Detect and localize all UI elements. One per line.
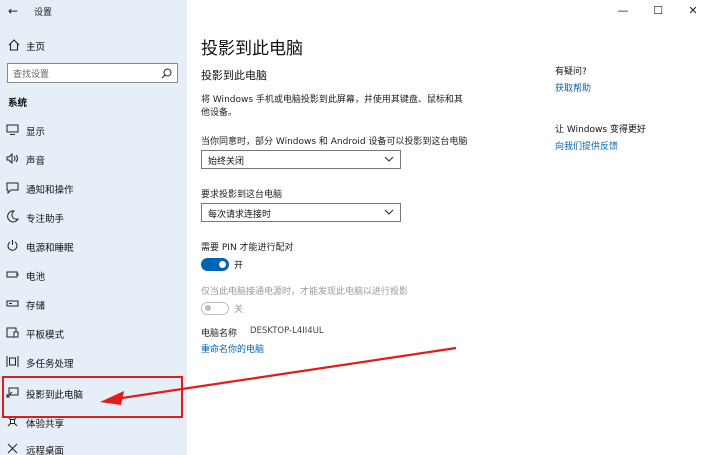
sidebar-item-label: 显示 [26,127,46,138]
sidebar-item-label: 多任务处理 [26,359,74,370]
sidebar-item-battery[interactable]: 电池 [0,264,187,286]
search-icon [161,68,172,79]
ask-label: 要求投影到这台电脑 [201,190,283,200]
sidebar-item-focus[interactable]: 专注助手 [0,206,187,228]
notification-icon [6,182,19,194]
back-arrow-icon[interactable]: ← [6,2,20,20]
sidebar-item-label: 电池 [26,272,46,283]
sidebar-item-storage[interactable]: 存储 [0,293,187,315]
sidebar-item-label: 远程桌面 [26,446,65,455]
sidebar-item-label: 声音 [26,156,46,167]
power-icon [7,240,18,251]
annotation-highlight-box [2,376,183,418]
app-title: 设置 [34,8,53,18]
ask-value: 每次请求连接时 [208,210,272,220]
sidebar-item-power[interactable]: 电源和睡眠 [0,235,187,257]
feedback-link[interactable]: 向我们提供反馈 [555,139,618,152]
search-input[interactable]: 查找设置 [7,63,178,83]
sidebar-item-label: 通知和操作 [26,185,74,196]
settings-window: ← 设置 主页 查找设置 系统 显示 声音 通知和操作 专注助手 电源和睡眠 电… [0,0,710,455]
section-title: 投影到此电脑 [201,69,267,82]
sidebar-item-remote[interactable]: 远程桌面 [0,438,187,455]
sidebar-item-label: 平板模式 [26,330,65,341]
availability-value: 始终关闭 [208,157,245,167]
section-heading: 系统 [8,98,28,109]
moon-icon [7,210,19,223]
help-heading: 有疑问? [555,67,587,77]
sidebar-item-label: 专注助手 [26,214,65,225]
maximize-button[interactable]: ☐ [643,2,673,20]
availability-dropdown[interactable]: 始终关闭 [201,150,401,169]
chevron-down-icon [384,209,394,215]
rename-pc-link[interactable]: 重命名你的电脑 [201,342,264,355]
description-text: 将 Windows 手机或电脑投影到此屏幕，并使用其键盘、鼠标和其他设备。 [201,95,463,118]
home-icon [8,39,20,51]
availability-label: 当你同意时，部分 Windows 和 Android 设备可以投影到这台电脑 [201,137,468,147]
power-toggle[interactable] [201,302,229,315]
toggle-knob [205,305,211,311]
sidebar-item-label: 存储 [26,301,46,312]
pin-toggle[interactable] [201,258,229,271]
close-button[interactable]: ✕ [678,2,708,20]
ask-dropdown[interactable]: 每次请求连接时 [201,203,401,222]
remote-icon [7,443,18,454]
search-placeholder: 查找设置 [13,70,50,80]
tablet-icon [6,327,19,338]
improve-heading: 让 Windows 变得更好 [555,125,646,135]
storage-icon [6,300,19,307]
nav-home-label: 主页 [26,42,46,53]
battery-icon [6,271,19,278]
speaker-icon [6,152,18,165]
get-help-link[interactable]: 获取帮助 [555,81,591,94]
nav-home[interactable]: 主页 [0,36,187,56]
sidebar-item-notifications[interactable]: 通知和操作 [0,177,187,199]
sidebar-item-sound[interactable]: 声音 [0,148,187,170]
pin-label: 需要 PIN 才能进行配对 [201,243,294,253]
pc-name-value: DESKTOP-L4II4UL [250,326,324,336]
sidebar-item-tablet[interactable]: 平板模式 [0,322,187,344]
sidebar-item-display[interactable]: 显示 [0,119,187,141]
pin-state-text: 开 [234,261,244,271]
pc-name-label: 电脑名称 [201,329,238,339]
sidebar-item-label: 电源和睡眠 [26,243,74,254]
power-state-text: 关 [234,305,244,315]
monitor-icon [6,124,19,135]
toggle-knob [219,261,226,268]
title-bar: ← 设置 [0,0,187,24]
sidebar-item-label: 体验共享 [26,419,65,430]
power-label: 仅当此电脑接通电源时，才能发现此电脑以进行投影 [201,287,409,297]
window-controls: — ☐ ✕ [600,0,710,22]
sidebar: ← 设置 主页 查找设置 系统 显示 声音 通知和操作 专注助手 电源和睡眠 电… [0,0,187,455]
multitask-icon [6,356,19,367]
chevron-down-icon [384,156,394,162]
minimize-button[interactable]: — [608,2,638,20]
sidebar-item-multitask[interactable]: 多任务处理 [0,351,187,373]
page-title: 投影到此电脑 [201,39,303,59]
